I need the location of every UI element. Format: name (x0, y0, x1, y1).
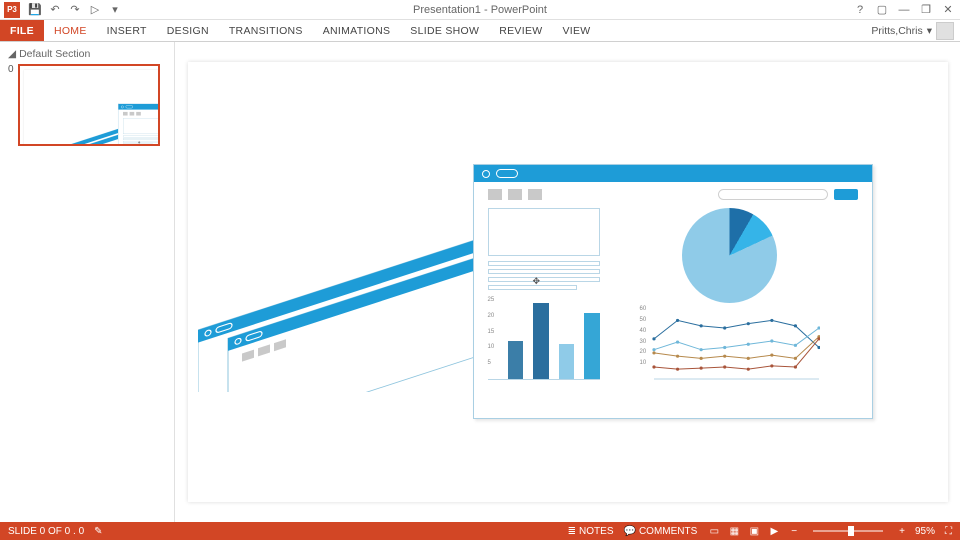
tab-home[interactable]: HOME (44, 20, 97, 41)
workspace: ◢ Default Section 0 (0, 42, 960, 522)
tab-insert[interactable]: INSERT (97, 20, 157, 41)
restore-icon[interactable]: ❐ (920, 4, 932, 16)
dashboard-window: 252015105 102030405060 (473, 164, 873, 419)
slide-thumb-row: 0 (8, 64, 166, 146)
qat-more-icon[interactable]: ▾ (108, 3, 122, 17)
tab-review[interactable]: REVIEW (489, 20, 552, 41)
search-field (718, 189, 828, 200)
tool-button (508, 189, 522, 200)
dash-body: 252015105 102030405060 (474, 206, 872, 390)
user-caret-icon: ▾ (927, 25, 932, 37)
zoom-slider[interactable] (813, 530, 883, 532)
text-line (123, 138, 160, 140)
text-line (123, 141, 160, 143)
redo-icon[interactable]: ↷ (68, 3, 82, 17)
dash-tool-right (718, 189, 858, 200)
comments-button[interactable]: 💬 COMMENTS (624, 526, 698, 537)
reading-view-icon[interactable]: ▣ (747, 525, 761, 537)
tool-button (129, 112, 134, 116)
bar-chart: 252015105 (488, 300, 600, 380)
text-line (488, 261, 600, 266)
window-dot-icon (121, 105, 124, 108)
spellcheck-icon[interactable]: ✎ (94, 526, 102, 537)
slide-thumbnail[interactable]: 252015105 102030405060 ✥ (18, 64, 160, 146)
dash-left-column: 252015105 (488, 208, 600, 380)
notes-button[interactable]: ≣ NOTES (568, 526, 614, 537)
dash-toolbar (474, 182, 872, 206)
avatar (936, 22, 954, 40)
dash-tool-left (123, 112, 141, 116)
section-header[interactable]: ◢ Default Section (8, 46, 166, 64)
dash-tool-left (488, 189, 542, 200)
slide-thumbnails-panel: ◢ Default Section 0 (0, 42, 175, 522)
ribbon-options-icon[interactable]: ▢ (876, 4, 888, 16)
comments-icon: 💬 (624, 526, 636, 537)
fit-to-window-icon[interactable]: ⛶ (945, 526, 952, 537)
tab-transitions[interactable]: TRANSITIONS (219, 20, 313, 41)
slide[interactable]: 252015105 102030405060 ✥ (24, 70, 160, 146)
slideshow-view-icon[interactable]: ▶ (767, 525, 781, 537)
save-icon[interactable]: 💾 (28, 3, 42, 17)
dash-right-column: 102030405060 (640, 208, 820, 380)
view-mode-buttons: ▭ ▦ ▣ ▶ (707, 525, 781, 537)
title-bar: P3 💾 ↶ ↷ ▷ ▾ Presentation1 - PowerPoint … (0, 0, 960, 20)
status-bar: SLIDE 0 OF 0 . 0 ✎ ≣ NOTES 💬 COMMENTS ▭ … (0, 522, 960, 540)
undo-icon[interactable]: ↶ (48, 3, 62, 17)
zoom-out-button[interactable]: − (791, 526, 797, 537)
tab-view[interactable]: VIEW (552, 20, 600, 41)
text-line (488, 277, 600, 282)
dash-toolbar (118, 110, 160, 118)
widget-box (123, 118, 160, 134)
app-icon: P3 (4, 2, 20, 18)
user-name: Pritts,Chris (871, 25, 922, 37)
window-pill-icon (496, 169, 518, 178)
go-button (834, 189, 858, 200)
zoom-in-button[interactable]: + (899, 526, 905, 537)
tool-button (123, 112, 128, 116)
tab-slideshow[interactable]: SLIDE SHOW (400, 20, 489, 41)
close-icon[interactable]: ✕ (942, 4, 954, 16)
section-caret-icon: ◢ (8, 48, 16, 60)
window-pill-icon (125, 105, 132, 108)
tab-design[interactable]: DESIGN (157, 20, 219, 41)
line-chart: 102030405060 (640, 315, 820, 380)
window-dot-icon (482, 170, 490, 178)
move-cursor-icon: ✥ (533, 276, 541, 287)
ribbon-tabs: FILE HOME INSERT DESIGN TRANSITIONS ANIM… (0, 20, 960, 42)
tool-button (136, 112, 141, 116)
slide-canvas-area: 252015105 102030405060 ✥ (175, 42, 960, 522)
tab-animations[interactable]: ANIMATIONS (313, 20, 401, 41)
slide[interactable]: 252015105 102030405060 ✥ (188, 62, 948, 502)
notes-icon: ≣ (568, 526, 576, 537)
user-area[interactable]: Pritts,Chris ▾ (871, 20, 960, 41)
pie-chart (682, 208, 777, 303)
tool-button (528, 189, 542, 200)
dash-left-column: 252015105 (123, 118, 160, 146)
help-icon[interactable]: ? (854, 4, 866, 16)
window-title: Presentation1 - PowerPoint (413, 4, 547, 16)
text-line (123, 136, 160, 138)
minimize-icon[interactable]: — (898, 4, 910, 16)
slide-number: 0 (8, 64, 14, 75)
zoom-percent[interactable]: 95% (915, 526, 935, 537)
move-cursor-icon: ✥ (137, 141, 139, 145)
dash-titlebar (474, 165, 872, 182)
quick-access-toolbar: 💾 ↶ ↷ ▷ ▾ (28, 3, 122, 17)
start-slideshow-icon[interactable]: ▷ (88, 3, 102, 17)
widget-box (488, 208, 600, 256)
tool-button (488, 189, 502, 200)
slide-counter: SLIDE 0 OF 0 . 0 (8, 526, 84, 537)
tab-file[interactable]: FILE (0, 20, 44, 41)
sorter-view-icon[interactable]: ▦ (727, 525, 741, 537)
normal-view-icon[interactable]: ▭ (707, 525, 721, 537)
section-label: Default Section (19, 48, 90, 60)
window-controls: ? ▢ — ❐ ✕ (854, 4, 960, 16)
text-line (488, 269, 600, 274)
